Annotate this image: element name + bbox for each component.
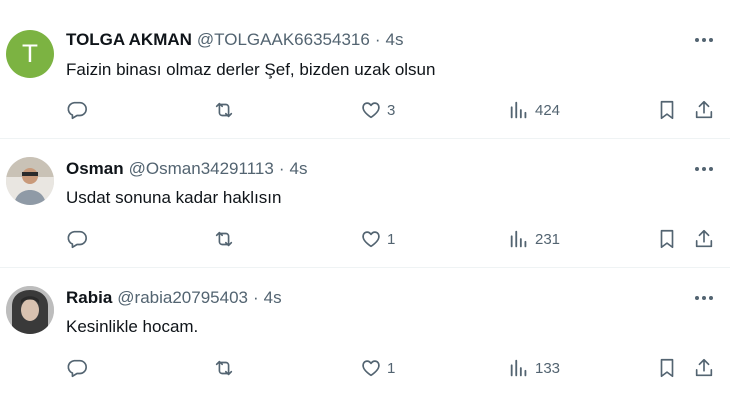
user-photo-icon: [6, 286, 54, 334]
action-bar: 1 133: [0, 355, 730, 381]
heart-icon: [362, 360, 380, 377]
view-count: 133: [535, 359, 561, 377]
reply-feed: T TOLGA AKMAN @TOLGAAK66354316 · 4s Faiz…: [0, 0, 730, 420]
bookmark-icon: [660, 358, 674, 378]
tweet-header: Rabia @rabia20795403 · 4s: [66, 287, 282, 309]
reply-button[interactable]: [66, 355, 88, 381]
views-button[interactable]: 133: [508, 355, 560, 381]
user-handle[interactable]: @rabia20795403: [117, 288, 248, 308]
separator-dot: ·: [253, 288, 259, 307]
more-options-button[interactable]: [692, 289, 716, 307]
tweet-3[interactable]: Rabia @rabia20795403 · 4s Kesinlikle hoc…: [0, 0, 730, 400]
timestamp[interactable]: 4s: [264, 288, 282, 308]
retweet-icon: [215, 360, 233, 376]
display-name[interactable]: Rabia: [66, 288, 112, 308]
like-count: 1: [387, 359, 396, 377]
tweet-text: Kesinlikle hocam.: [66, 317, 199, 336]
share-icon: [695, 358, 713, 377]
speech-bubble-icon: [67, 359, 87, 378]
bookmark-button[interactable]: [656, 355, 678, 381]
retweet-button[interactable]: [212, 355, 236, 381]
like-button[interactable]: 1: [360, 355, 395, 381]
avatar[interactable]: [6, 286, 54, 334]
bar-chart-icon: [510, 359, 527, 377]
share-button[interactable]: [693, 355, 715, 381]
more-dots-icon: [695, 296, 713, 300]
